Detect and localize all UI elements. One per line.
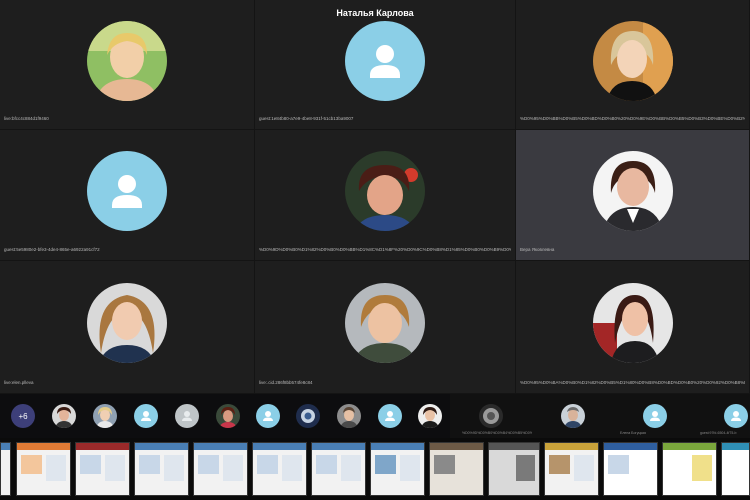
participant-tile[interactable]: guest:1e84b80-a7e9-4be8-931f-51cb13ba900… xyxy=(255,0,516,130)
user-placeholder-icon[interactable] xyxy=(378,404,402,428)
participant-name: live:.cid.286f8bb574fe8c84 xyxy=(259,380,313,385)
participant-thumb[interactable] xyxy=(561,404,585,428)
slide-thumbnail[interactable] xyxy=(370,442,425,496)
participant-avatar xyxy=(592,283,673,363)
user-placeholder-icon[interactable] xyxy=(256,404,280,428)
participant-thumb[interactable] xyxy=(296,404,320,428)
user-placeholder-icon[interactable] xyxy=(175,404,199,428)
participant-tile[interactable]: %D0%95%D0%BB%D0%B5%D0%BD%D0%B0%20%D0%9E%… xyxy=(516,0,750,130)
participant-name: guest:5e5980e2-bfe3-4de4-865e-a6922a91cf… xyxy=(4,247,100,252)
participant-name: %D0%9D%D0%B0%D1%82%D0%B0%D0%BB%D1%8C%D1%… xyxy=(259,247,511,252)
participant-strip: +6 %D0%9D%D0%B0%D0%B4%D0%B5%D0%B6%D0%B4%… xyxy=(0,394,750,438)
participant-tile[interactable]: live:bfcc4c884d1f9460 xyxy=(0,0,255,130)
participant-tile[interactable]: live:.cid.286f8bb574fe8c84 xyxy=(255,261,516,394)
presenter-name: Наталья Карлова xyxy=(336,8,414,18)
slide-thumbnail[interactable] xyxy=(75,442,130,496)
slide-thumbnail[interactable] xyxy=(0,442,11,496)
participant-name: live:elen.plleva xyxy=(4,380,34,385)
user-placeholder-icon[interactable] xyxy=(724,404,748,428)
participant-thumb[interactable] xyxy=(337,404,361,428)
strip-participant-name: Елена Богуцкая xyxy=(620,431,646,435)
strip-participant-name: guest:97fd-6504-4f75-b xyxy=(700,431,737,435)
participant-thumb[interactable] xyxy=(93,404,117,428)
slide-thumbnail[interactable] xyxy=(662,442,717,496)
user-placeholder-icon xyxy=(345,20,425,101)
participant-thumb[interactable] xyxy=(479,404,503,428)
participant-thumb[interactable] xyxy=(52,404,76,428)
participant-name: %D0%95%D0%BB%D0%B5%D0%BD%D0%B0%20%D0%9E%… xyxy=(520,116,745,121)
slide-thumbnail[interactable] xyxy=(544,442,599,496)
participant-avatar xyxy=(345,283,425,363)
more-participants-button[interactable]: +6 xyxy=(11,404,35,428)
video-grid: live:bfcc4c884d1f9460 guest:1e84b80-a7e9… xyxy=(0,0,750,394)
participant-tile[interactable]: %D0%95%D0%BA%D0%B0%D1%82%D0%B5%D1%80%D0%… xyxy=(516,261,750,394)
user-placeholder-icon[interactable] xyxy=(643,404,667,428)
slide-thumbnail[interactable] xyxy=(134,442,189,496)
participant-avatar xyxy=(87,283,167,363)
participant-thumb[interactable] xyxy=(418,404,442,428)
participant-tile[interactable]: %D0%9D%D0%B0%D1%82%D0%B0%D0%BB%D1%8C%D1%… xyxy=(255,130,516,261)
participant-name: Вера Яковлевна xyxy=(520,247,555,252)
participant-avatar xyxy=(87,20,167,101)
slide-thumbnail[interactable] xyxy=(16,442,71,496)
participant-name: guest:1e84b80-a7e9-4be8-931f-51cb13ba900… xyxy=(259,116,354,121)
slide-filmstrip xyxy=(0,438,750,500)
slide-thumbnail[interactable] xyxy=(193,442,248,496)
slide-thumbnail[interactable] xyxy=(488,442,540,496)
participant-name: %D0%95%D0%BA%D0%B0%D1%82%D0%B5%D1%80%D0%… xyxy=(520,380,745,385)
participant-avatar xyxy=(592,20,673,101)
slide-thumbnail[interactable] xyxy=(252,442,307,496)
participant-avatar xyxy=(592,151,673,231)
participant-tile[interactable]: guest:5e5980e2-bfe3-4de4-865e-a6922a91cf… xyxy=(0,130,255,261)
participant-tile[interactable]: live:elen.plleva xyxy=(0,261,255,394)
participant-tile-active[interactable]: Вера Яковлевна xyxy=(516,130,750,261)
slide-thumbnail[interactable] xyxy=(603,442,658,496)
strip-participant-name: %D0%9D%D0%B0%D0%B4%D0%B5%D0%B6%D0%B4%D0%… xyxy=(462,431,532,435)
user-placeholder-icon[interactable] xyxy=(134,404,158,428)
participant-thumb[interactable] xyxy=(216,404,240,428)
participant-avatar xyxy=(345,151,425,231)
participant-name: live:bfcc4c884d1f9460 xyxy=(4,116,49,121)
user-placeholder-icon xyxy=(87,151,167,231)
slide-thumbnail[interactable] xyxy=(721,442,750,496)
slide-thumbnail[interactable] xyxy=(429,442,484,496)
slide-thumbnail[interactable] xyxy=(311,442,366,496)
